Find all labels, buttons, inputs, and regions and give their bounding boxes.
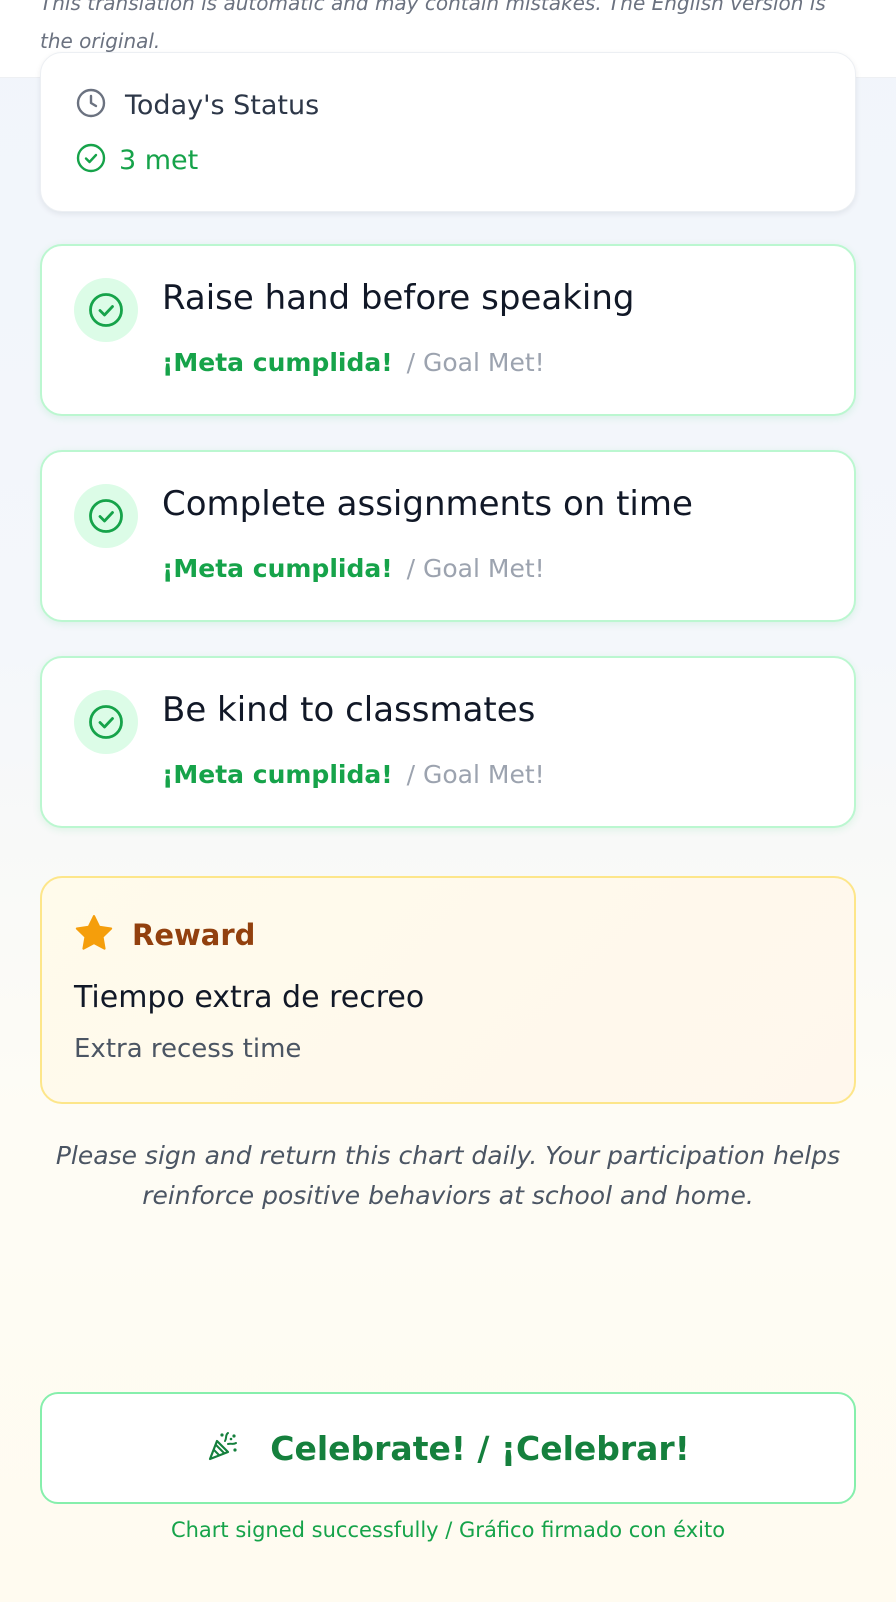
goal-status-en: / Goal Met! [406,554,545,583]
goal-status-es: ¡Meta cumplida! [162,348,393,377]
goal-title: Be kind to classmates [162,690,536,730]
goal-card: Raise hand before speaking ¡Meta cumplid… [40,244,856,416]
signed-success-message: Chart signed successfully / Gráfico firm… [170,1518,726,1542]
celebrate-button[interactable]: Celebrate! / ¡Celebrar! [40,1392,856,1504]
translation-notice-text: This translation is automatic and may co… [40,0,826,53]
goal-title: Raise hand before speaking [162,278,635,318]
goal-status-en: / Goal Met! [406,760,545,789]
check-circle-icon [75,142,107,178]
status-met-count: 3 met [119,144,199,176]
reward-title-es: Tiempo extra de recreo [74,980,425,1015]
celebrate-label: Celebrate! / ¡Celebrar! [270,1428,690,1468]
status-met-row: 3 met [75,142,198,178]
goal-status: ¡Meta cumplida! / Goal Met! [162,554,545,583]
goal-card: Be kind to classmates ¡Meta cumplida! / G… [40,656,856,828]
reward-label: Reward [132,918,256,952]
goal-title: Complete assignments on time [162,484,693,524]
status-card: Today's Status 3 met [40,52,856,212]
reward-title-en: Extra recess time [74,1034,302,1064]
goal-met-icon [74,278,138,342]
goal-status-es: ¡Meta cumplida! [162,760,393,789]
goal-card: Complete assignments on time ¡Meta cumpl… [40,450,856,622]
goal-met-icon [74,484,138,548]
footer-note: Please sign and return this chart daily.… [55,1141,841,1210]
goal-status: ¡Meta cumplida! / Goal Met! [162,760,545,789]
star-icon [74,914,114,956]
goal-status-en: / Goal Met! [406,348,545,377]
status-title: Today's Status [125,89,320,121]
clock-icon [75,87,107,123]
reward-header: Reward [74,914,255,956]
goal-status: ¡Meta cumplida! / Goal Met! [162,348,545,377]
goal-met-icon [74,690,138,754]
goal-status-es: ¡Meta cumplida! [162,554,393,583]
reward-card: Reward Tiempo extra de recreo Extra rece… [40,876,856,1104]
party-popper-icon [206,1429,240,1467]
status-title-row: Today's Status [75,87,319,123]
